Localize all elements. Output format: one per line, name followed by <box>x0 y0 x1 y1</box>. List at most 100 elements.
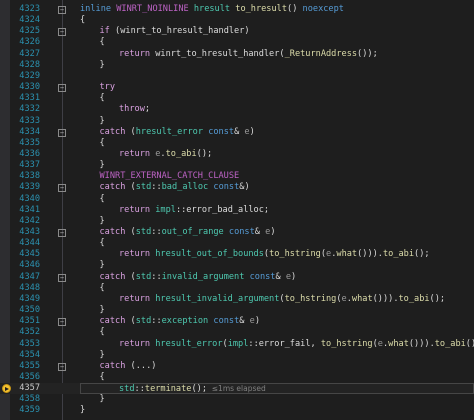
code-text[interactable]: return hresult_invalid_argument(to_hstri… <box>80 294 474 305</box>
code-line[interactable]: 4325 − if (winrt_to_hresult_handler) <box>0 26 474 37</box>
code-text[interactable]: return hresult_error(impl::error_fail, t… <box>80 339 474 350</box>
code-line[interactable]: 4327 return winrt_to_hresult_handler(_Ret… <box>0 49 474 60</box>
code-text[interactable]: { <box>80 15 474 26</box>
code-text[interactable]: { <box>80 194 474 205</box>
fold-collapse-icon[interactable]: − <box>58 84 66 93</box>
code-line[interactable]: 4353 return hresult_error(impl::error_fai… <box>0 339 474 350</box>
code-text[interactable]: } <box>80 350 474 361</box>
code-text[interactable]: } <box>80 60 474 71</box>
code-text[interactable]: } <box>80 116 474 127</box>
code-text[interactable] <box>80 71 474 82</box>
code-token: return <box>119 338 151 349</box>
code-token: :: <box>134 384 145 395</box>
fold-collapse-icon[interactable]: − <box>58 128 66 137</box>
code-text[interactable]: { <box>80 37 474 48</box>
code-text[interactable]: catch (std::out_of_range const& e) <box>80 227 474 238</box>
code-text[interactable]: { <box>80 138 474 149</box>
code-token: what <box>351 293 373 304</box>
code-line[interactable]: 4349 return hresult_invalid_argument(to_h… <box>0 294 474 305</box>
code-line[interactable]: 4329 <box>0 71 474 82</box>
fold-collapse-icon[interactable]: − <box>58 318 66 327</box>
code-text[interactable]: return winrt_to_hresult_handler(_ReturnA… <box>80 49 474 60</box>
code-token: return <box>119 48 151 59</box>
code-line[interactable]: 4323 − inline WINRT_NOINLINE hresult to_hr… <box>0 4 474 15</box>
code-text[interactable]: if (winrt_to_hresult_handler) <box>80 26 474 37</box>
code-line[interactable]: 4347 − catch (std::invalid_argument const&… <box>0 272 474 283</box>
code-editor[interactable]: 4323 − inline WINRT_NOINLINE hresult to_hr… <box>0 0 474 420</box>
fold-collapse-icon[interactable]: − <box>58 362 66 371</box>
code-line[interactable]: 4345 return hresult_out_of_bounds(to_hstr… <box>0 249 474 260</box>
code-line[interactable]: 4333} <box>0 116 474 127</box>
code-text[interactable]: catch (...) <box>80 361 474 372</box>
code-line[interactable]: 4351 − catch (std::exception const& e) <box>0 316 474 327</box>
code-line[interactable]: 4350} <box>0 305 474 316</box>
code-text[interactable]: return hresult_out_of_bounds(to_hstring(… <box>80 249 474 260</box>
code-text[interactable]: } <box>80 394 474 405</box>
current-code-line[interactable]: 4357 std::terminate(); ≤1ms elapsed <box>0 383 474 395</box>
code-text[interactable]: throw; <box>80 104 474 115</box>
code-text[interactable]: } <box>80 160 474 171</box>
code-token: (); <box>414 249 430 260</box>
code-line[interactable]: 4355 − catch (...) <box>0 361 474 372</box>
code-line[interactable]: 4324 { <box>0 15 474 26</box>
code-line[interactable]: 4343 − catch (std::out_of_range const& e) <box>0 227 474 238</box>
code-line[interactable]: 4334 − catch (hresult_error const& e) <box>0 127 474 138</box>
fold-collapse-icon[interactable]: − <box>58 6 66 14</box>
line-number: 4330 <box>19 82 40 93</box>
code-line[interactable]: 4337} <box>0 160 474 171</box>
code-text[interactable]: { <box>80 93 474 104</box>
code-line[interactable]: 4326 { <box>0 37 474 48</box>
code-line[interactable]: 4358} <box>0 394 474 405</box>
code-text[interactable]: catch (hresult_error const& e) <box>80 127 474 138</box>
code-text[interactable]: } <box>80 405 474 416</box>
code-text[interactable]: catch (std::invalid_argument const& e) <box>80 272 474 283</box>
code-line[interactable]: 4341 return impl::error_bad_alloc; <box>0 205 474 216</box>
code-token: (); <box>196 148 213 159</box>
code-text[interactable]: catch (std::bad_alloc const&) <box>80 182 474 193</box>
code-line[interactable]: 4354} <box>0 350 474 361</box>
code-line[interactable]: 4340 { <box>0 194 474 205</box>
code-text[interactable]: } <box>80 216 474 227</box>
fold-collapse-icon[interactable]: − <box>58 273 66 282</box>
line-number: 4332 <box>19 104 40 115</box>
code-text[interactable]: { <box>80 372 474 383</box>
code-text[interactable]: { <box>80 238 474 249</box>
code-token: std <box>135 227 152 237</box>
code-line[interactable]: 4331 { <box>0 93 474 104</box>
fold-collapse-icon[interactable]: − <box>58 184 66 193</box>
code-line[interactable]: 4352 { <box>0 327 474 338</box>
code-line[interactable]: 4338 WINRT_EXTERNAL_CATCH_CLAUSE <box>0 171 474 182</box>
code-text[interactable]: { <box>80 283 474 294</box>
code-text[interactable]: std::terminate(); ≤1ms elapsed <box>80 383 474 395</box>
code-token: & <box>239 316 250 327</box>
code-line[interactable]: 4348 { <box>0 283 474 294</box>
code-text[interactable]: inline WINRT_NOINLINE hresult to_hresult… <box>80 4 474 15</box>
fold-collapse-icon[interactable]: − <box>58 28 66 37</box>
code-text[interactable]: { <box>80 327 474 338</box>
code-line[interactable]: 4328} <box>0 60 474 71</box>
line-number: 4357 <box>19 383 40 394</box>
code-line[interactable]: 4336 return e.to_abi(); <box>0 149 474 160</box>
code-line[interactable]: 4344 { <box>0 238 474 249</box>
code-line[interactable]: 4359} <box>0 405 474 416</box>
code-text[interactable]: } <box>80 260 474 271</box>
fold-collapse-icon[interactable]: − <box>58 229 66 237</box>
code-text[interactable]: return e.to_abi(); <box>80 149 474 160</box>
code-line[interactable]: 4356 { <box>0 372 474 383</box>
code-text[interactable]: } <box>80 305 474 316</box>
code-line[interactable]: 4335 { <box>0 138 474 149</box>
line-number: 4333 <box>19 115 40 126</box>
code-text[interactable]: WINRT_EXTERNAL_CATCH_CLAUSE <box>80 171 474 182</box>
perf-tip-label[interactable]: ≤1ms elapsed <box>207 384 266 393</box>
code-token: exception <box>161 316 209 327</box>
code-text[interactable]: catch (std::exception const& e) <box>80 316 474 327</box>
code-line[interactable]: 4346} <box>0 260 474 271</box>
code-line[interactable]: 4342} <box>0 216 474 227</box>
code-token: } <box>99 59 105 70</box>
code-text[interactable]: return impl::error_bad_alloc; <box>80 205 474 216</box>
code-line[interactable]: 4339 − catch (std::bad_alloc const&) <box>0 182 474 193</box>
code-line[interactable]: 4330 − try <box>0 82 474 93</box>
line-number: 4358 <box>19 394 40 405</box>
code-text[interactable]: try <box>80 82 474 93</box>
code-line[interactable]: 4332 throw; <box>0 104 474 115</box>
